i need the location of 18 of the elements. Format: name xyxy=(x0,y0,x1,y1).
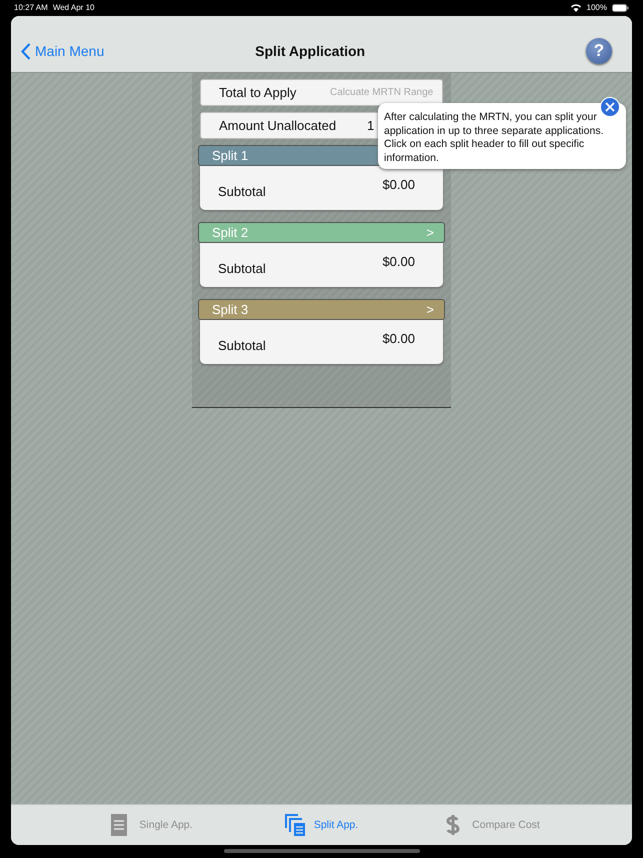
split-title: Split 2 xyxy=(212,225,248,240)
subtotal-value: $0.00 xyxy=(382,254,415,268)
field-value: 1 xyxy=(367,118,374,133)
battery-percent: 100% xyxy=(586,3,607,12)
subtotal-value: $0.00 xyxy=(382,330,415,346)
field-label: Total to Apply xyxy=(219,84,298,101)
subtotal-label: Subtotal xyxy=(218,184,266,198)
status-time: 10:27 AM xyxy=(14,3,48,12)
split-title: Split 1 xyxy=(212,148,248,163)
subtotal-label: Subtotal xyxy=(218,338,266,352)
arrow-label: > xyxy=(426,225,434,240)
split-title: Split 3 xyxy=(212,302,248,317)
subtotal-label: Subtotal xyxy=(218,260,266,276)
field-label: Amount Unallocated xyxy=(219,117,338,134)
screen-title: Split Application xyxy=(255,43,366,59)
subtotal-value: $0.00 xyxy=(382,176,415,192)
status-date: Wed Apr 10 xyxy=(52,3,94,12)
arrow-label: > xyxy=(426,302,434,317)
